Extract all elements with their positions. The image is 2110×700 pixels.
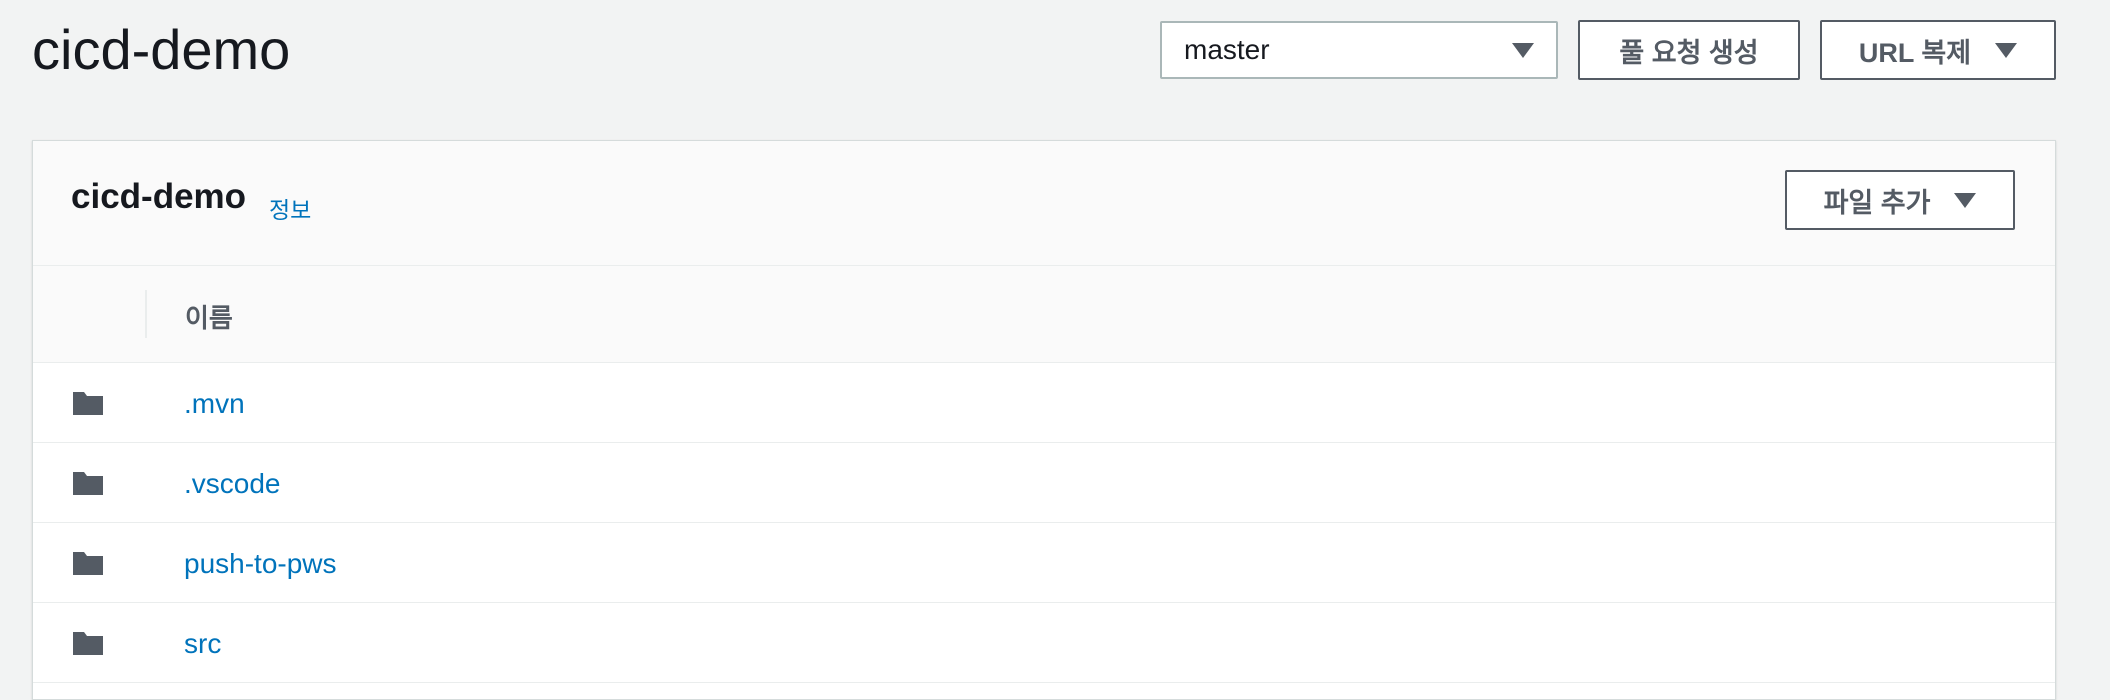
page-title: cicd-demo [32, 18, 291, 81]
add-file-label: 파일 추가 [1823, 187, 1931, 218]
folder-icon [73, 472, 103, 495]
table-row: src [33, 603, 2055, 683]
folder-link[interactable]: .vscode [184, 468, 281, 500]
create-pull-request-button[interactable]: 풀 요청 생성 [1578, 20, 1800, 80]
column-divider [145, 290, 147, 338]
add-file-button[interactable]: 파일 추가 [1785, 170, 2015, 230]
info-link[interactable]: 정보 [269, 191, 311, 225]
branch-select-value: master [1184, 34, 1270, 65]
folder-link[interactable]: .mvn [184, 388, 245, 420]
create-pull-request-label: 풀 요청 생성 [1619, 37, 1759, 68]
table-row: .mvn [33, 363, 2055, 443]
column-header-name[interactable]: 이름 [185, 298, 233, 335]
folder-icon [73, 632, 103, 655]
chevron-down-icon [1995, 42, 2018, 58]
folder-icon [73, 392, 103, 415]
folder-link[interactable]: src [184, 628, 221, 660]
chevron-down-icon [1512, 42, 1534, 58]
folder-link[interactable]: push-to-pws [184, 548, 337, 580]
panel-header: cicd-demo 정보 파일 추가 [33, 141, 2055, 266]
branch-select[interactable]: master [1160, 21, 1558, 79]
table-row: .vscode [33, 443, 2055, 523]
repository-panel: cicd-demo 정보 파일 추가 이름 .mvn .vscode push-… [32, 140, 2056, 700]
clone-url-label: URL 복제 [1858, 37, 1972, 68]
repo-toolbar: master 풀 요청 생성 URL 복제 [1160, 20, 2056, 80]
table-row: push-to-pws [33, 523, 2055, 603]
panel-title: cicd-demo [71, 177, 247, 216]
clone-url-button[interactable]: URL 복제 [1820, 20, 2056, 80]
chevron-down-icon [1954, 192, 1977, 208]
folder-icon [73, 552, 103, 575]
table-header: 이름 [33, 266, 2055, 363]
